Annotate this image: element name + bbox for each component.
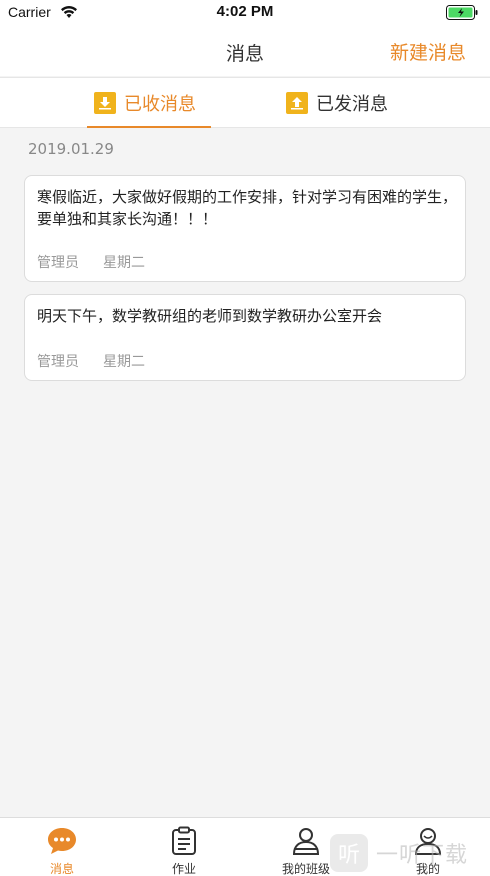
tabbar-label-homework: 作业: [171, 862, 196, 876]
status-bar: Carrier 4:02 PM: [0, 0, 490, 26]
message-meta: 管理员 星期二: [37, 351, 145, 371]
watermark-text: 一听下载: [376, 843, 469, 868]
message-meta: 管理员 星期二: [37, 252, 145, 272]
tabbar-item-homework[interactable]: 作业: [144, 824, 224, 876]
clipboard-icon: [144, 824, 224, 858]
watermark-logo: 听: [330, 834, 368, 872]
tabbar-item-messages[interactable]: 消息: [22, 824, 102, 876]
inbox-download-icon: [94, 92, 116, 114]
message-sender: 管理员: [37, 255, 79, 271]
active-tab-indicator: [87, 126, 211, 128]
tab-received-messages[interactable]: 已收消息: [94, 78, 196, 128]
tab-received-label: 已收消息: [124, 94, 196, 115]
message-tabs: 已收消息 已发消息: [0, 77, 490, 128]
message-day: 星期二: [103, 354, 145, 370]
navigation-bar: 消息 新建消息: [0, 26, 490, 76]
message-card[interactable]: 明天下午，数学教研组的老师到数学教研办公室开会 管理员 星期二: [24, 294, 466, 381]
outbox-upload-icon: [286, 92, 308, 114]
tab-sent-label: 已发消息: [316, 94, 388, 115]
message-day: 星期二: [103, 255, 145, 271]
clock: 4:02 PM: [216, 3, 274, 20]
message-sender: 管理员: [37, 354, 79, 370]
watermark: 听 一听下载: [330, 830, 490, 876]
message-card[interactable]: 寒假临近，大家做好假期的工作安排，针对学习有困难的学生，要单独和其家长沟通！！！…: [24, 175, 466, 282]
battery-icon: [446, 5, 480, 24]
chat-bubble-icon: [22, 824, 102, 858]
tab-sent-messages[interactable]: 已发消息: [286, 78, 388, 128]
message-text: 寒假临近，大家做好假期的工作安排，针对学习有困难的学生，要单独和其家长沟通！！！: [37, 188, 458, 228]
new-message-button[interactable]: 新建消息: [390, 38, 466, 65]
date-header: 2019.01.29: [28, 140, 114, 158]
tabbar-label-messages: 消息: [49, 862, 74, 876]
message-text: 明天下午，数学教研组的老师到数学教研办公室开会: [37, 307, 383, 325]
